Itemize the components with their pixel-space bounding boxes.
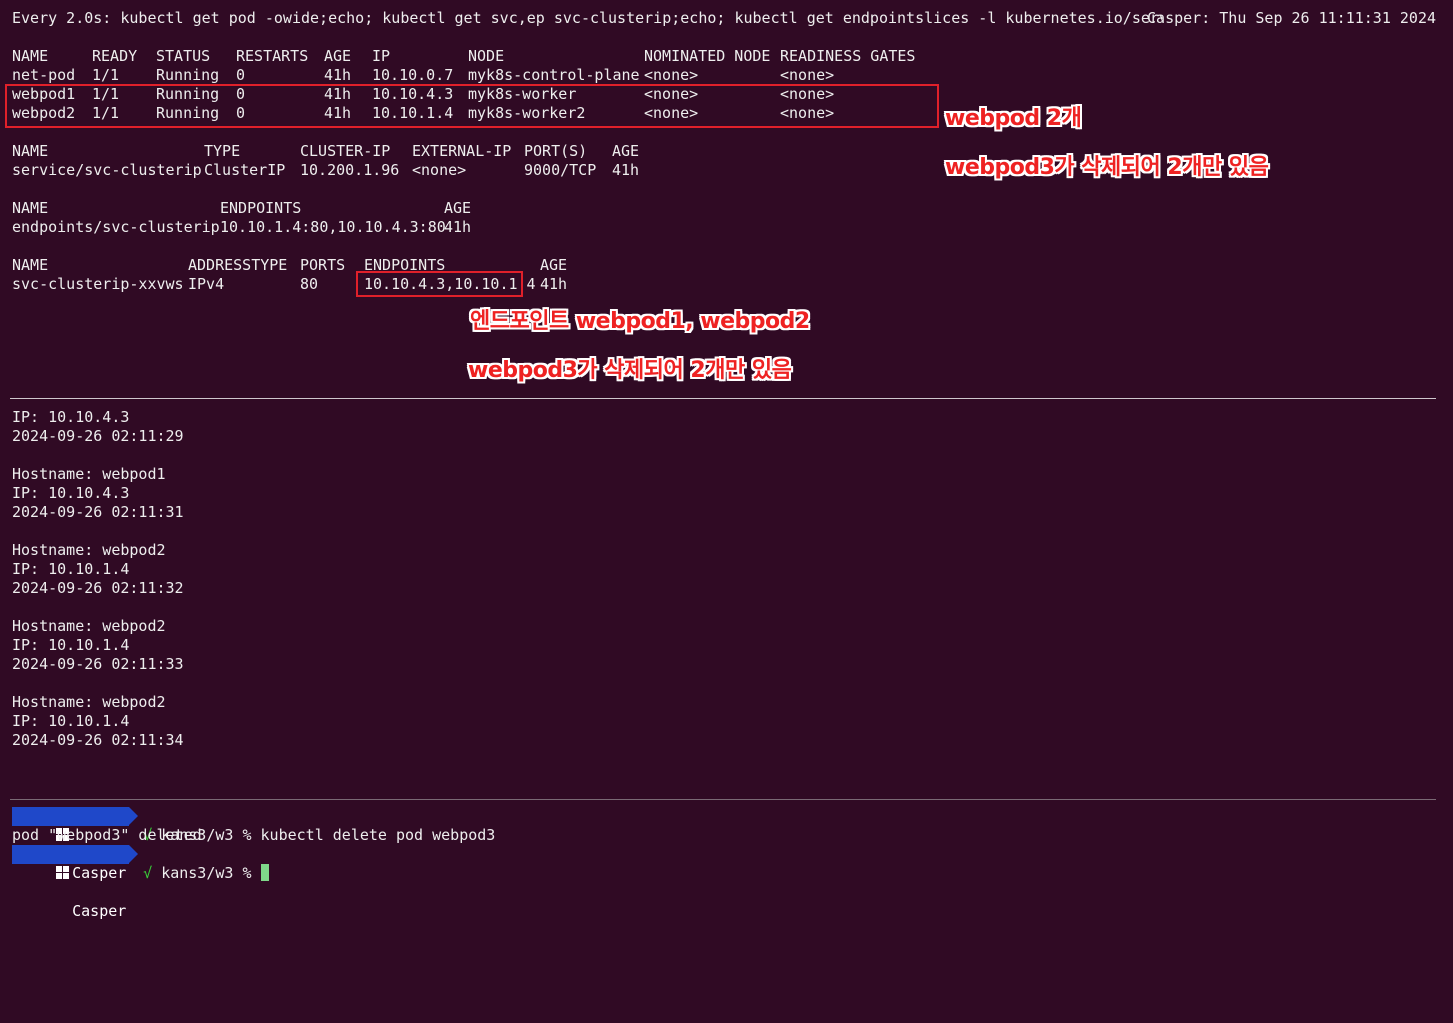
- eps-col-ports: PORTS: [300, 256, 346, 274]
- command-output: pod "webpod3" deleted: [12, 826, 202, 844]
- svc-col-age: AGE: [612, 142, 640, 160]
- svc-col-ports: PORT(S): [524, 142, 588, 160]
- log-line: 2024-09-26 02:11:34: [12, 731, 184, 749]
- log-line: Hostname: webpod1: [12, 465, 166, 483]
- terminal-cursor[interactable]: [260, 864, 269, 881]
- svc-cluster-ip: 10.200.1.96: [300, 161, 400, 179]
- annotation-eps-deleted: webpod3가 삭제되어 2개만 있음: [468, 358, 792, 383]
- svc-name: service/svc-clusterip: [12, 161, 202, 179]
- ep-col-endpoints: ENDPOINTS: [220, 199, 302, 217]
- pods-col-status: STATUS: [156, 47, 211, 65]
- log-line: 2024-09-26 02:11:31: [12, 503, 184, 521]
- log-line: Hostname: webpod2: [12, 541, 166, 559]
- pods-header-row: NAME READY STATUS RESTARTS AGE IP NODE N…: [12, 47, 1012, 66]
- pod-node: myk8s-control-plane: [468, 66, 640, 84]
- pane-divider-bottom: [10, 799, 1436, 800]
- pod-nominated: <none>: [644, 66, 699, 84]
- log-line: IP: 10.10.4.3: [12, 484, 130, 502]
- svc-header-row: NAME TYPE CLUSTER-IP EXTERNAL-IP PORT(S)…: [12, 142, 712, 161]
- svc-type: ClusterIP: [204, 161, 286, 179]
- svc-external-ip: <none>: [412, 161, 467, 179]
- pod-name: net-pod: [12, 66, 76, 84]
- annotation-pods-count: webpod 2개: [945, 106, 1082, 131]
- pod-ip: 10.10.0.7: [372, 66, 454, 84]
- log-line: 2024-09-26 02:11:29: [12, 427, 184, 445]
- pane-divider: [10, 398, 1436, 399]
- annotation-pods-deleted: webpod3가 삭제되어 2개만 있음: [945, 155, 1269, 180]
- log-line: Hostname: webpod2: [12, 693, 166, 711]
- host-time-header: Casper: Thu Sep 26 11:11:31 2024: [1147, 9, 1436, 27]
- pod-age: 41h: [324, 66, 352, 84]
- table-row: service/svc-clusterip ClusterIP 10.200.1…: [12, 161, 712, 180]
- log-line: IP: 10.10.1.4: [12, 712, 130, 730]
- typed-command: kubectl delete pod webpod3: [260, 826, 496, 844]
- pod-gates: <none>: [780, 66, 835, 84]
- log-line: IP: 10.10.4.3: [12, 408, 130, 426]
- ep-age: 41h: [444, 218, 472, 236]
- watch-command-header: Every 2.0s: kubectl get pod -owide;echo;…: [12, 9, 1162, 27]
- pod-restarts: 0: [236, 66, 246, 84]
- endpoints-highlight-box: [356, 271, 523, 297]
- annotation-eps-list: 엔드포인트 webpod1, webpod2: [470, 309, 810, 334]
- windows-icon: [56, 866, 70, 880]
- pod-ready: 1/1: [92, 66, 120, 84]
- eps-name: svc-clusterip-xxvws: [12, 275, 184, 293]
- prompt-path: kans3/w3 %: [161, 864, 252, 882]
- pods-col-restarts: RESTARTS: [236, 47, 309, 65]
- eps-addresstype: IPv4: [188, 275, 225, 293]
- ep-col-name: NAME: [12, 199, 49, 217]
- pods-col-nominated: NOMINATED NODE: [644, 47, 771, 65]
- check-icon: √: [143, 864, 153, 882]
- svc-col-cluster-ip: CLUSTER-IP: [300, 142, 391, 160]
- prompt-line: √ kans3/w3 % kubectl delete pod webpod3: [107, 807, 495, 844]
- pods-col-ip: IP: [372, 47, 391, 65]
- pods-col-node: NODE: [468, 47, 505, 65]
- svc-col-external-ip: EXTERNAL-IP: [412, 142, 512, 160]
- eps-col-addresstype: ADDRESSTYPE: [188, 256, 288, 274]
- svc-col-name: NAME: [12, 142, 49, 160]
- eps-ports: 80: [300, 275, 319, 293]
- log-line: 2024-09-26 02:11:33: [12, 655, 184, 673]
- svc-ports: 9000/TCP: [524, 161, 597, 179]
- log-line: IP: 10.10.1.4: [12, 560, 130, 578]
- ep-col-age: AGE: [444, 199, 472, 217]
- eps-col-name: NAME: [12, 256, 49, 274]
- eps-age: 41h: [540, 275, 568, 293]
- ep-name: endpoints/svc-clusterip: [12, 218, 220, 236]
- table-row: endpoints/svc-clusterip 10.10.1.4:80,10.…: [12, 218, 612, 237]
- pods-col-ready: READY: [92, 47, 138, 65]
- svc-col-type: TYPE: [204, 142, 241, 160]
- table-row: net-pod 1/1 Running 0 41h 10.10.0.7 myk8…: [12, 66, 1012, 85]
- ep-header-row: NAME ENDPOINTS AGE: [12, 199, 612, 218]
- pods-col-age: AGE: [324, 47, 352, 65]
- svc-age: 41h: [612, 161, 640, 179]
- log-line: IP: 10.10.1.4: [12, 636, 130, 654]
- ep-endpoints: 10.10.1.4:80,10.10.4.3:80: [220, 218, 446, 236]
- log-line: 2024-09-26 02:11:32: [12, 579, 184, 597]
- pod-status: Running: [156, 66, 220, 84]
- prompt-line-active[interactable]: √ kans3/w3 %: [107, 845, 269, 882]
- pods-col-gates: READINESS GATES: [780, 47, 916, 65]
- eps-col-age: AGE: [540, 256, 568, 274]
- log-line: Hostname: webpod2: [12, 617, 166, 635]
- pods-col-name: NAME: [12, 47, 49, 65]
- webpods-highlight-box: [5, 84, 939, 128]
